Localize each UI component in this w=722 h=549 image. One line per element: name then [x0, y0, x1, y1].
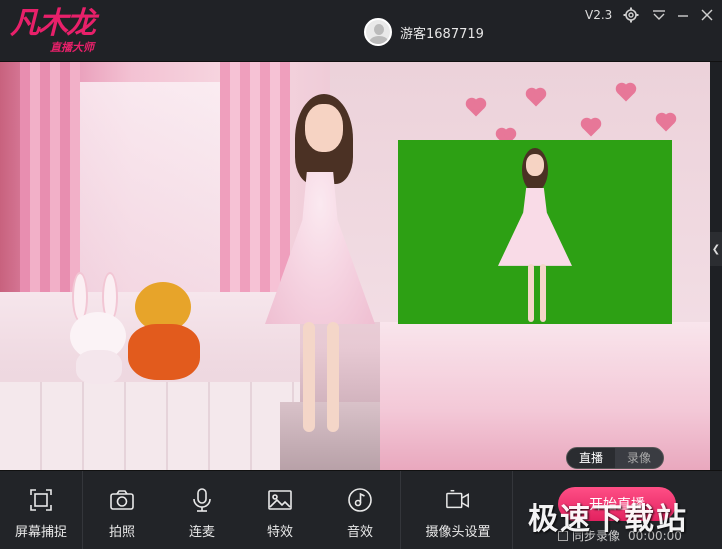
effects-button[interactable]: 特效 — [254, 471, 306, 549]
username: 游客1687719 — [400, 26, 484, 42]
live-record-toggle[interactable]: 直播 录像 — [566, 447, 664, 469]
right-panel-strip — [710, 62, 722, 470]
toolbar-divider — [82, 471, 83, 549]
mode-live-button[interactable]: 直播 — [567, 448, 615, 468]
title-bar: 凡木龙 直播大师 游客1687719 V2.3 — [0, 0, 722, 62]
toolbar-divider — [512, 471, 513, 549]
screen-capture-button[interactable]: 屏幕捕捉 — [10, 471, 72, 549]
user-profile[interactable]: 游客1687719 — [364, 16, 484, 48]
co-host-mic-button[interactable]: 连麦 — [176, 471, 228, 549]
dropdown-icon[interactable] — [650, 6, 668, 24]
gear-icon[interactable] — [622, 6, 640, 24]
video-preview[interactable]: 直播 录像 — [0, 62, 710, 470]
expand-panel-handle[interactable]: ❮ — [710, 232, 722, 266]
logo-text: 凡木龙 — [10, 6, 96, 41]
effects-label: 特效 — [266, 525, 293, 540]
logo-subtitle: 直播大师 — [50, 41, 94, 54]
camera-settings-button[interactable]: 摄像头设置 — [418, 471, 498, 549]
image-effect-icon — [267, 487, 293, 513]
camera-settings-label: 摄像头设置 — [425, 525, 491, 540]
close-icon[interactable] — [698, 6, 716, 24]
microphone-icon — [189, 487, 215, 513]
greenscreen-source-window[interactable] — [398, 140, 672, 324]
sound-effects-button[interactable]: 音效 — [334, 471, 386, 549]
screen-capture-icon — [28, 487, 54, 513]
version-label: V2.3 — [585, 8, 613, 22]
greenscreen-figure — [494, 148, 576, 324]
toolbar-divider — [400, 471, 401, 549]
mode-record-button[interactable]: 录像 — [615, 448, 663, 468]
app-logo: 凡木龙 直播大师 — [10, 6, 120, 56]
take-photo-label: 拍照 — [108, 525, 135, 540]
screen-capture-label: 屏幕捕捉 — [14, 525, 67, 540]
minimize-icon[interactable] — [674, 6, 692, 24]
camera-icon — [109, 487, 135, 513]
co-host-mic-label: 连麦 — [188, 525, 215, 540]
bear-plush — [120, 282, 210, 382]
watermark-text: 极速下载站 — [528, 502, 688, 537]
take-photo-button[interactable]: 拍照 — [96, 471, 148, 549]
chevron-left-icon: ❮ — [711, 243, 721, 255]
webcam-settings-icon — [445, 487, 471, 513]
streamer-figure — [255, 82, 385, 442]
avatar[interactable] — [364, 18, 392, 46]
music-disc-icon — [347, 487, 373, 513]
bed — [380, 322, 710, 470]
sound-effects-label: 音效 — [346, 525, 373, 540]
